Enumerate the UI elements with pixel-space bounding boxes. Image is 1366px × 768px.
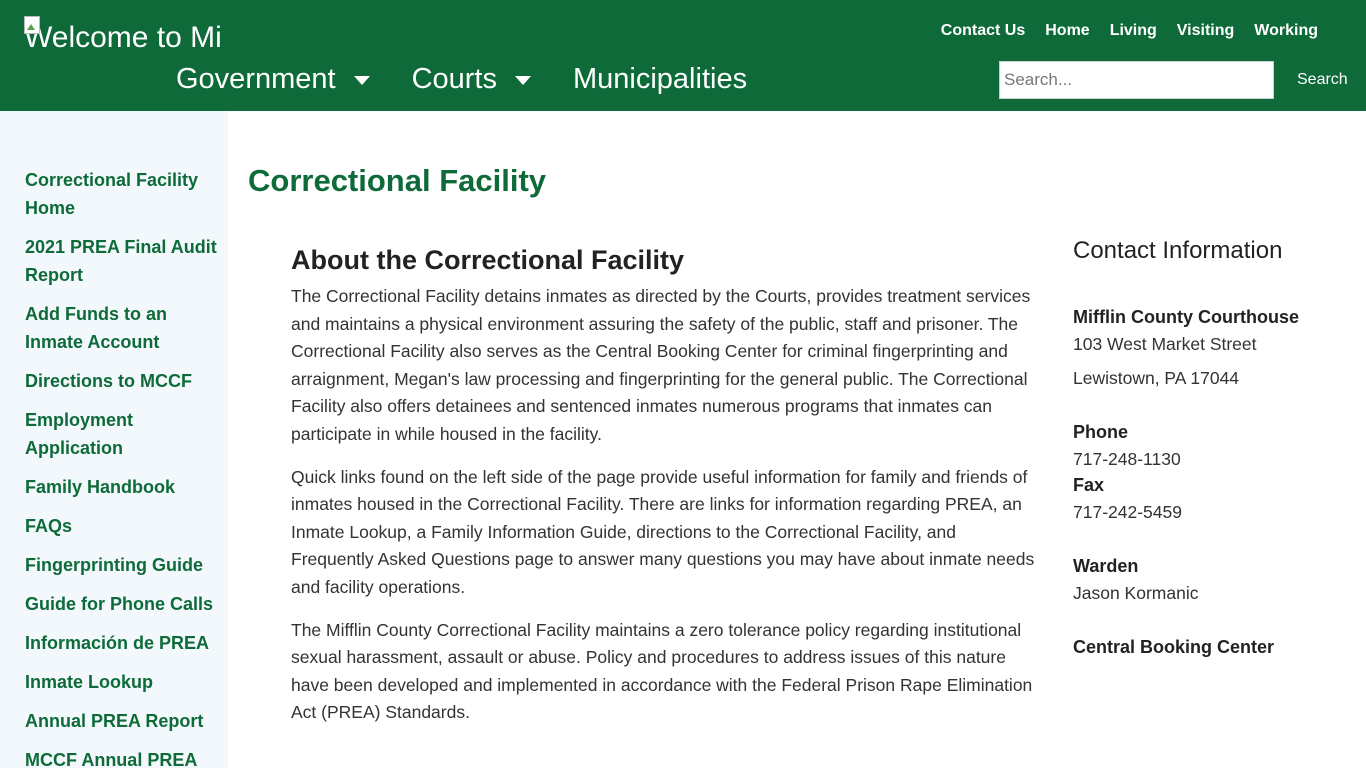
main-content: About the Correctional Facility The Corr… bbox=[291, 243, 1039, 742]
address-line-1: 103 West Market Street bbox=[1073, 334, 1257, 354]
sidebar-item-annual-prea-report[interactable]: Annual PREA Report bbox=[25, 707, 225, 735]
fax-number: 717-242-5459 bbox=[1073, 502, 1182, 522]
nav-item-label: Courts bbox=[411, 63, 497, 95]
phone-number: 717-248-1130 bbox=[1073, 449, 1181, 469]
nav-item-municipalities[interactable]: Municipalities bbox=[573, 60, 747, 98]
utility-nav: Contact Us Home Living Visiting Working bbox=[941, 21, 1318, 41]
logo-alt-text: Welcome to Mifflin County bbox=[24, 21, 220, 54]
sidebar-item-employment-application[interactable]: Employment Application bbox=[25, 406, 225, 462]
fax-label: Fax bbox=[1073, 475, 1105, 495]
search-input[interactable] bbox=[999, 61, 1274, 99]
sidebar-item-mccf-annual-prea[interactable]: MCCF Annual PREA bbox=[25, 746, 225, 768]
sidebar-item-add-funds[interactable]: Add Funds to an Inmate Account bbox=[25, 300, 225, 356]
site-header: Welcome to Mifflin County Contact Us Hom… bbox=[0, 0, 1366, 111]
sidebar-item-inmate-lookup[interactable]: Inmate Lookup bbox=[25, 668, 225, 696]
utility-link-home[interactable]: Home bbox=[1045, 21, 1089, 41]
sidebar-item-faqs[interactable]: FAQs bbox=[25, 512, 225, 540]
nav-item-courts[interactable]: Courts bbox=[412, 60, 531, 98]
location-name: Mifflin County Courthouse bbox=[1073, 307, 1299, 327]
sidebar: Correctional Facility Home 2021 PREA Fin… bbox=[0, 111, 228, 768]
paragraph: The Mifflin County Correctional Facility… bbox=[291, 619, 1033, 723]
sidebar-item-prea-info-spanish[interactable]: Información de PREA bbox=[25, 629, 225, 657]
search-button[interactable]: Search bbox=[1290, 61, 1355, 99]
main-nav: Government Courts Municipalities bbox=[176, 60, 789, 98]
paragraph: Quick links found on the left side of th… bbox=[291, 466, 1035, 597]
utility-link-living[interactable]: Living bbox=[1110, 21, 1157, 41]
nav-item-label: Government bbox=[176, 63, 336, 95]
caret-down-icon bbox=[353, 75, 370, 85]
nav-item-government[interactable]: Government bbox=[176, 60, 370, 98]
utility-link-visiting[interactable]: Visiting bbox=[1177, 21, 1235, 41]
page-title: Correctional Facility bbox=[248, 163, 547, 198]
central-booking-label: Central Booking Center bbox=[1073, 637, 1275, 657]
utility-link-contact-us[interactable]: Contact Us bbox=[941, 21, 1025, 41]
sidebar-item-phone-calls-guide[interactable]: Guide for Phone Calls bbox=[25, 590, 225, 618]
contact-heading: Contact Information bbox=[1073, 237, 1283, 264]
site-logo[interactable]: Welcome to Mifflin County bbox=[24, 16, 220, 56]
warden-name: Jason Kormanic bbox=[1073, 583, 1199, 603]
section-heading: About the Correctional Facility bbox=[291, 245, 685, 275]
sidebar-item-fingerprinting-guide[interactable]: Fingerprinting Guide bbox=[25, 551, 225, 579]
sidebar-item-directions[interactable]: Directions to MCCF bbox=[25, 367, 225, 395]
address-line-2: Lewistown, PA 17044 bbox=[1073, 368, 1240, 388]
warden-label: Warden bbox=[1073, 556, 1139, 576]
nav-item-label: Municipalities bbox=[573, 63, 748, 95]
caret-down-icon bbox=[515, 75, 531, 85]
phone-label: Phone bbox=[1073, 422, 1129, 442]
paragraph: The Correctional Facility detains inmate… bbox=[291, 286, 1031, 444]
utility-link-working[interactable]: Working bbox=[1254, 21, 1318, 41]
sidebar-item-family-handbook[interactable]: Family Handbook bbox=[25, 473, 225, 501]
sidebar-item-correctional-facility-home[interactable]: Correctional Facility Home bbox=[25, 166, 225, 222]
contact-info: Contact Information Mifflin County Court… bbox=[1073, 236, 1333, 657]
sidebar-item-prea-final-audit-report[interactable]: 2021 PREA Final Audit Report bbox=[25, 233, 225, 289]
sidebar-menu: Correctional Facility Home 2021 PREA Fin… bbox=[25, 166, 225, 768]
